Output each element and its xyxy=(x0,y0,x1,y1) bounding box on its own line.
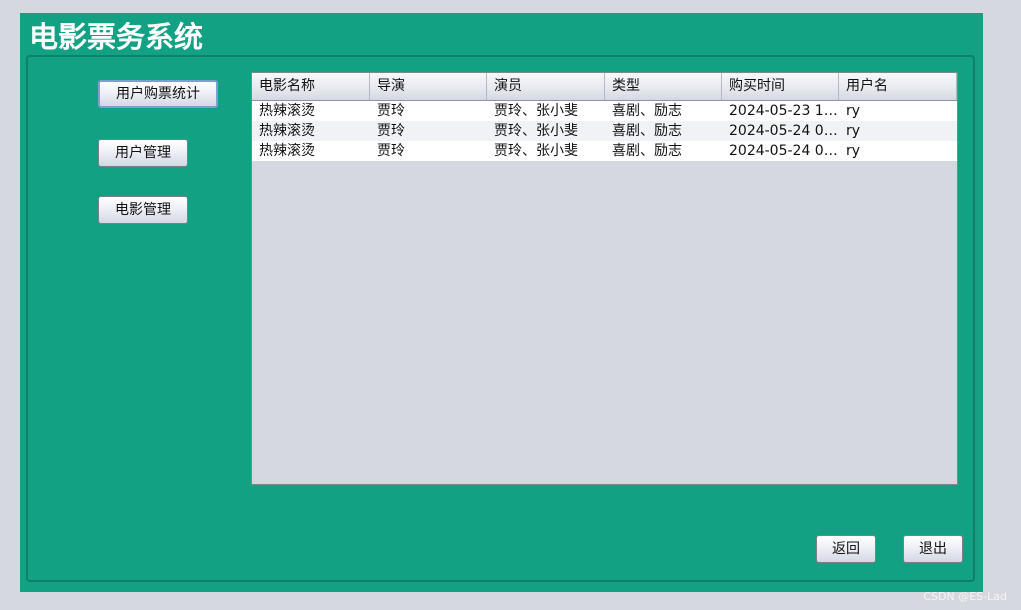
cell-genre: 喜剧、励志 xyxy=(612,143,682,159)
table-row[interactable]: 热辣滚烫 贾玲 贾玲、张小斐 喜剧、励志 2024-05-24 09:... r… xyxy=(252,121,957,141)
table-body: 热辣滚烫 贾玲 贾玲、张小斐 喜剧、励志 2024-05-23 10:... r… xyxy=(252,101,957,161)
cell-actors: 贾玲、张小斐 xyxy=(494,123,578,139)
column-header-director[interactable]: 导演 xyxy=(370,73,487,100)
cell-director: 贾玲 xyxy=(377,143,405,159)
cell-actors: 贾玲、张小斐 xyxy=(494,143,578,159)
cell-genre: 喜剧、励志 xyxy=(612,123,682,139)
purchase-stats-button[interactable]: 用户购票统计 xyxy=(98,80,218,108)
column-header-genre[interactable]: 类型 xyxy=(605,73,722,100)
cell-movie-name: 热辣滚烫 xyxy=(259,143,315,159)
cell-genre: 喜剧、励志 xyxy=(612,103,682,119)
cell-username: ry xyxy=(846,143,861,159)
column-header-username[interactable]: 用户名 xyxy=(839,73,957,100)
cell-movie-name: 热辣滚烫 xyxy=(259,103,315,119)
cell-purchase-time: 2024-05-24 09:... xyxy=(729,143,839,159)
cell-director: 贾玲 xyxy=(377,103,405,119)
app-window: 电影票务系统 用户购票统计 用户管理 电影管理 电影名称 导演 演员 类型 购买… xyxy=(20,13,983,592)
table-header: 电影名称 导演 演员 类型 购买时间 用户名 xyxy=(252,73,957,101)
tickets-table: 电影名称 导演 演员 类型 购买时间 用户名 热辣滚烫 贾玲 贾玲、张小斐 喜剧… xyxy=(251,72,958,485)
exit-button[interactable]: 退出 xyxy=(903,535,963,563)
movie-management-button[interactable]: 电影管理 xyxy=(98,196,188,224)
table-row[interactable]: 热辣滚烫 贾玲 贾玲、张小斐 喜剧、励志 2024-05-24 09:... r… xyxy=(252,141,957,161)
cell-username: ry xyxy=(846,123,861,139)
cell-director: 贾玲 xyxy=(377,123,405,139)
user-management-button[interactable]: 用户管理 xyxy=(98,139,188,167)
column-header-purchase-time[interactable]: 购买时间 xyxy=(722,73,839,100)
cell-movie-name: 热辣滚烫 xyxy=(259,123,315,139)
cell-username: ry xyxy=(846,103,861,119)
watermark: CSDN @ES-Lad xyxy=(923,590,1007,603)
column-header-movie-name[interactable]: 电影名称 xyxy=(252,73,370,100)
back-button[interactable]: 返回 xyxy=(816,535,876,563)
app-title: 电影票务系统 xyxy=(29,20,204,54)
table-row[interactable]: 热辣滚烫 贾玲 贾玲、张小斐 喜剧、励志 2024-05-23 10:... r… xyxy=(252,101,957,121)
cell-purchase-time: 2024-05-23 10:... xyxy=(729,103,839,119)
cell-actors: 贾玲、张小斐 xyxy=(494,103,578,119)
cell-purchase-time: 2024-05-24 09:... xyxy=(729,123,839,139)
column-header-actors[interactable]: 演员 xyxy=(487,73,605,100)
